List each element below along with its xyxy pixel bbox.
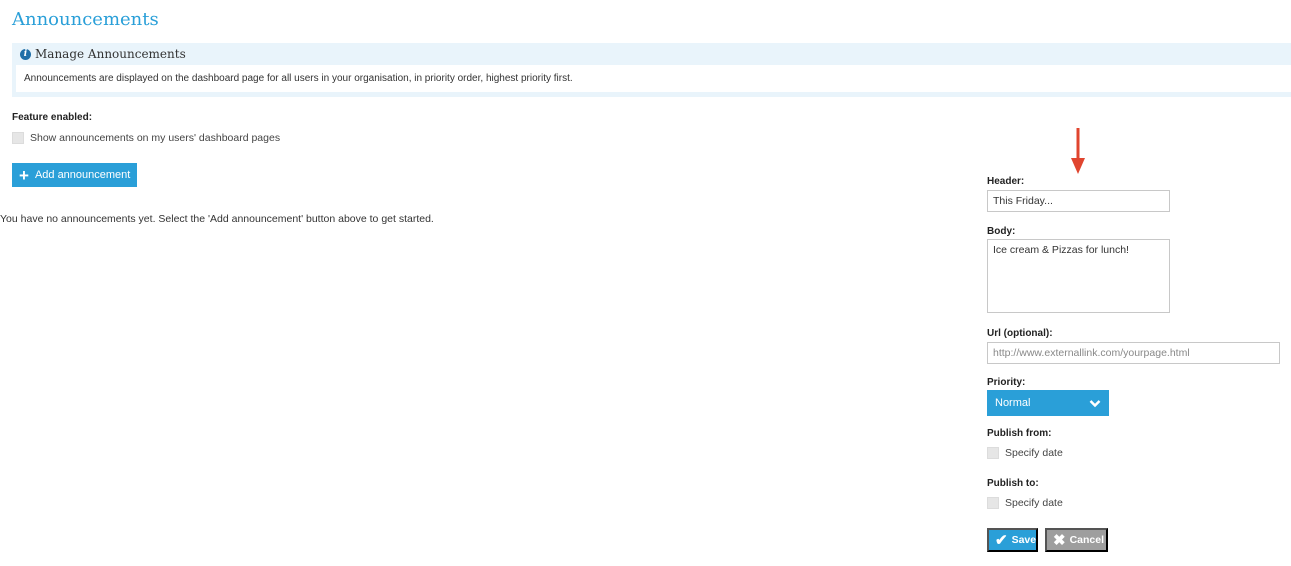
cancel-label: Cancel: [1069, 534, 1105, 546]
show-announcements-toggle[interactable]: Show announcements on my users' dashboar…: [12, 132, 280, 144]
save-label: Save: [1011, 534, 1037, 546]
url-input[interactable]: http://www.externallink.com/yourpage.htm…: [987, 342, 1280, 364]
publish-to-label: Publish to:: [987, 478, 1039, 489]
close-icon: ✖: [1053, 531, 1066, 549]
priority-select[interactable]: Normal: [987, 390, 1109, 416]
publish-to-checkbox[interactable]: [987, 497, 999, 509]
show-announcements-label: Show announcements on my users' dashboar…: [30, 132, 281, 144]
info-panel-body: Announcements are displayed on the dashb…: [16, 65, 1291, 92]
publish-from-specify-toggle[interactable]: Specify date: [987, 447, 1063, 459]
body-textarea[interactable]: Ice cream & Pizzas for lunch!: [987, 239, 1170, 313]
publish-from-label: Publish from:: [987, 428, 1052, 439]
add-announcement-label: Add announcement: [34, 169, 131, 181]
checkmark-icon: ✔: [995, 531, 1008, 549]
info-panel-title: Manage Announcements: [35, 47, 186, 61]
header-label: Header:: [987, 176, 1025, 187]
url-label: Url (optional):: [987, 328, 1053, 339]
down-arrow-icon: [1071, 128, 1085, 174]
cancel-button[interactable]: ✖ Cancel: [1045, 528, 1108, 552]
publish-from-specify-label: Specify date: [1005, 447, 1063, 459]
page-title: Announcements: [12, 9, 159, 30]
save-button[interactable]: ✔ Save: [987, 528, 1038, 552]
feature-enabled-label: Feature enabled:: [12, 112, 93, 123]
show-announcements-checkbox[interactable]: [12, 132, 24, 144]
manage-announcements-panel: i Manage Announcements Announcements are…: [12, 43, 1291, 97]
priority-label: Priority:: [987, 377, 1026, 388]
body-label: Body:: [987, 226, 1016, 237]
publish-to-specify-toggle[interactable]: Specify date: [987, 497, 1063, 509]
plus-icon: +: [19, 165, 29, 185]
info-panel-header: i Manage Announcements: [12, 43, 1291, 65]
chevron-down-icon: [1089, 400, 1101, 408]
publish-to-specify-label: Specify date: [1005, 497, 1063, 509]
add-announcement-button[interactable]: + Add announcement: [12, 163, 138, 187]
header-input[interactable]: This Friday...: [987, 190, 1170, 212]
info-icon: i: [20, 48, 31, 60]
publish-from-checkbox[interactable]: [987, 447, 999, 459]
priority-selected-value: Normal: [995, 397, 1031, 409]
empty-state-message: You have no announcements yet. Select th…: [0, 213, 434, 225]
